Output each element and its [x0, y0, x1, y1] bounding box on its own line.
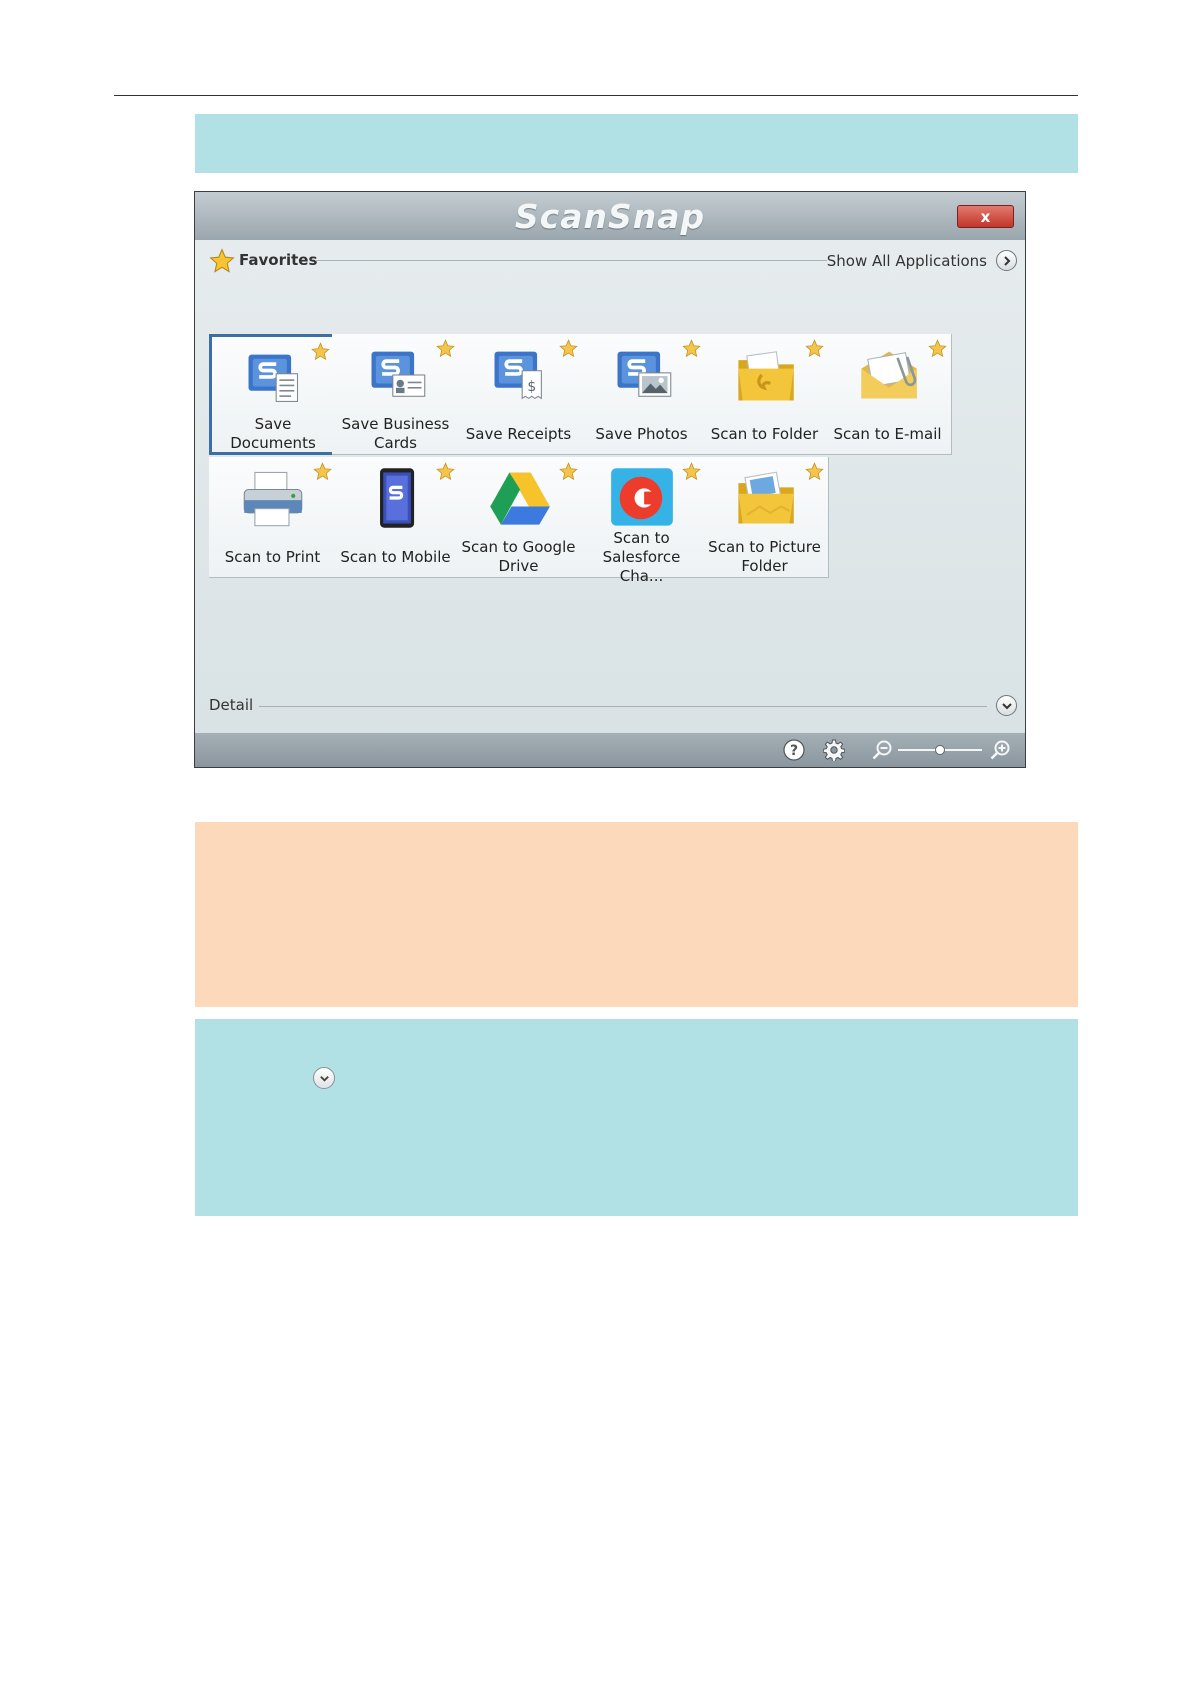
scansnap-quick-menu-window: ScanSnap x Favorites Show All Applicatio… — [194, 191, 1026, 768]
favorite-star-icon[interactable] — [682, 462, 701, 481]
zoom-in-icon — [990, 740, 1010, 760]
app-tile-save-documents[interactable]: Save Documents — [209, 334, 337, 455]
google-drive-icon — [489, 472, 550, 525]
email-icon — [860, 351, 917, 399]
app-tile-label: Save Photos — [595, 424, 688, 443]
app-tile-folder[interactable]: Scan to Folder — [701, 334, 829, 455]
app-tile-label: Scan to Google Drive — [461, 538, 576, 575]
app-tile-label: Scan to E-mail — [833, 424, 942, 443]
svg-text:?: ? — [790, 743, 798, 759]
bottom-toolbar: ? — [195, 733, 1025, 767]
show-all-applications-button[interactable] — [996, 250, 1017, 271]
quick-menu-body: Favorites Show All Applications Save Doc… — [195, 240, 1025, 733]
detail-label: Detail — [209, 696, 254, 714]
favorite-star-icon[interactable] — [436, 339, 455, 358]
zoom-in-button[interactable] — [989, 739, 1011, 761]
close-icon: x — [980, 207, 991, 226]
detail-expand-button[interactable] — [996, 695, 1017, 716]
zoom-out-button[interactable] — [871, 739, 893, 761]
favorites-star-icon — [209, 248, 235, 273]
app-tile-label: Scan to Print — [224, 547, 321, 566]
picture-folder-icon — [737, 471, 794, 524]
show-all-applications-link[interactable]: Show All Applications — [827, 252, 987, 270]
app-tile-save-receipts[interactable]: $ Save Receipts — [455, 334, 583, 455]
app-tile-google-drive[interactable]: Scan to Google Drive — [455, 457, 583, 578]
detail-divider — [259, 706, 987, 707]
save-photos-icon — [617, 351, 671, 397]
favorite-star-icon[interactable] — [805, 462, 824, 481]
app-tile-email[interactable]: Scan to E-mail — [824, 334, 952, 455]
gear-icon — [823, 739, 845, 761]
app-tile-salesforce-chatter[interactable]: Scan to Salesforce Cha... — [578, 457, 706, 585]
save-documents-icon — [248, 354, 299, 402]
app-tile-label: Scan to Mobile — [340, 547, 451, 566]
folder-icon — [737, 351, 794, 401]
app-tile-label: Save Documents — [230, 415, 316, 452]
detail-section-header: Detail — [209, 694, 1017, 718]
favorites-header: Favorites Show All Applications — [209, 248, 1017, 274]
chevron-right-icon — [1003, 255, 1010, 266]
app-tile-label: Save Receipts — [465, 424, 572, 443]
app-tile-mobile[interactable]: Scan to Mobile — [332, 457, 460, 578]
app-tile-label: Scan to Picture Folder — [708, 538, 821, 575]
save-receipts-icon: $ — [494, 351, 542, 400]
help-button[interactable]: ? — [783, 739, 805, 761]
mobile-icon — [379, 468, 414, 528]
settings-button[interactable] — [823, 739, 845, 761]
app-tile-label: Save Business Cards — [341, 415, 450, 452]
detail-expand-reference — [313, 1067, 335, 1089]
zoom-slider-thumb[interactable] — [935, 745, 945, 755]
close-button[interactable]: x — [957, 205, 1014, 228]
caution-box — [195, 822, 1078, 1007]
app-tile-picture-folder[interactable]: Scan to Picture Folder — [701, 457, 829, 578]
chevron-down-icon — [1001, 702, 1012, 709]
favorite-star-icon[interactable] — [928, 339, 947, 358]
favorite-star-icon[interactable] — [313, 462, 332, 481]
favorite-star-icon[interactable] — [805, 339, 824, 358]
save-business-cards-icon — [371, 351, 425, 397]
app-tile-printer[interactable]: Scan to Print — [209, 457, 337, 578]
app-tile-save-photos[interactable]: Save Photos — [578, 334, 706, 455]
app-tile-save-business-cards[interactable]: Save Business Cards — [332, 334, 460, 455]
header-rule — [114, 95, 1078, 96]
favorites-divider — [315, 260, 827, 261]
favorite-star-icon[interactable] — [311, 342, 330, 361]
app-tile-label: Scan to Salesforce Cha... — [602, 528, 681, 585]
favorite-star-icon[interactable] — [682, 339, 701, 358]
favorite-star-icon[interactable] — [559, 339, 578, 358]
app-tile-label: Scan to Folder — [710, 424, 819, 443]
chevron-down-icon — [319, 1075, 329, 1082]
favorites-label: Favorites — [239, 251, 318, 269]
zoom-out-icon — [872, 740, 892, 760]
title-bar: ScanSnap x — [195, 192, 1025, 240]
hint-box-bottom — [195, 1019, 1078, 1216]
help-icon: ? — [783, 739, 805, 761]
favorite-star-icon[interactable] — [559, 462, 578, 481]
hint-box-top — [195, 114, 1078, 173]
scansnap-logo: ScanSnap — [514, 197, 706, 236]
salesforce-chatter-icon — [610, 468, 673, 526]
favorite-star-icon[interactable] — [436, 462, 455, 481]
printer-icon — [243, 471, 302, 527]
svg-text:$: $ — [527, 379, 536, 395]
